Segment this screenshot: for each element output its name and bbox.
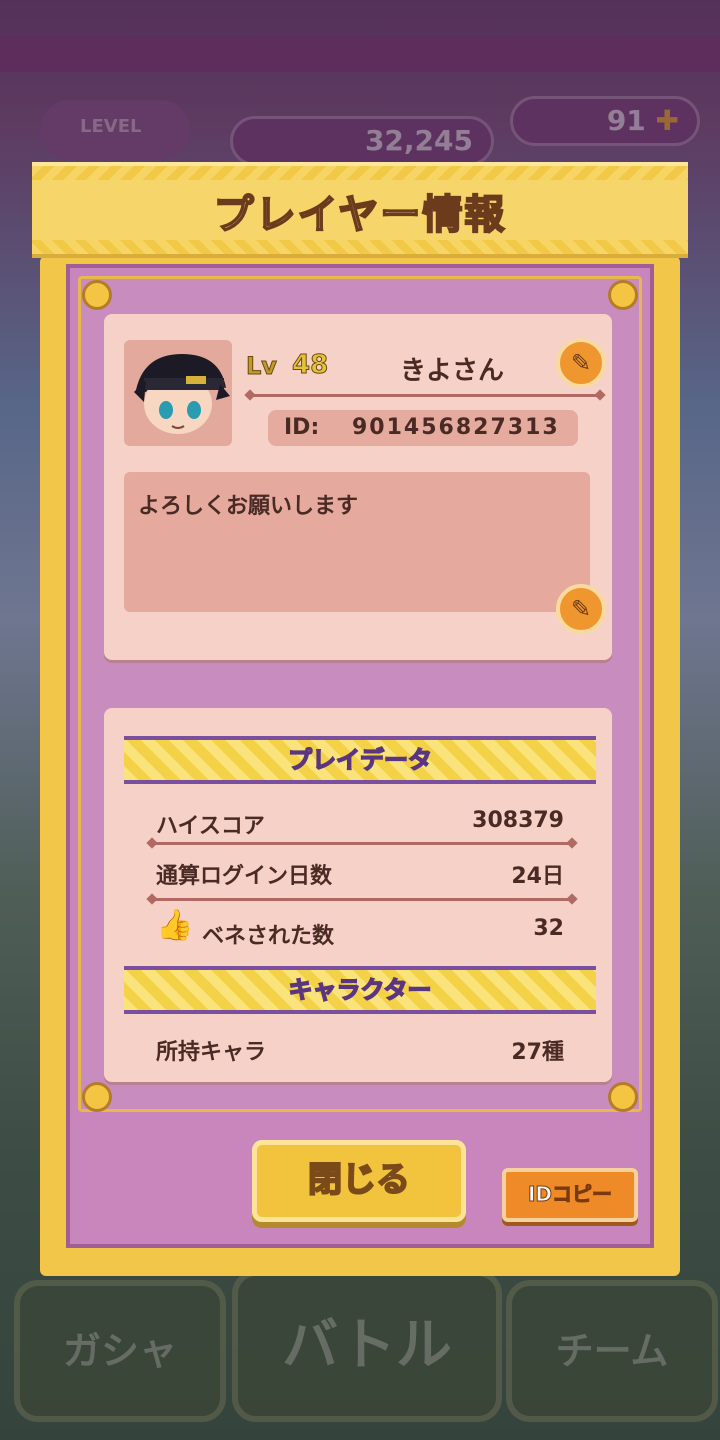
divider <box>250 394 600 397</box>
stat-value-login-days: 24日 <box>511 864 564 889</box>
player-name: きよさん <box>400 356 505 386</box>
corner-ornament-icon <box>608 1082 638 1112</box>
close-button[interactable]: 閉じる <box>252 1140 466 1222</box>
id-value: 901456827313 <box>352 415 560 440</box>
player-level: 48 <box>291 350 329 381</box>
stat-value-highscore: 308379 <box>472 808 564 833</box>
header-decoration <box>32 166 688 180</box>
copy-id-button-label: IDコピー <box>527 1182 613 1207</box>
id-label: ID: <box>284 415 320 440</box>
corner-ornament-icon <box>82 280 112 310</box>
stat-label-characters: 所持キャラ <box>156 1040 267 1065</box>
divider <box>152 842 572 845</box>
header-decoration <box>32 240 688 254</box>
copy-id-button[interactable]: IDコピー <box>502 1168 638 1222</box>
avatar <box>124 340 232 446</box>
player-id-field: ID: 901456827313 <box>268 410 578 446</box>
corner-ornament-icon <box>608 280 638 310</box>
pencil-icon: ✎ <box>570 595 592 623</box>
character-heading-label: キャラクター <box>288 975 433 1005</box>
play-data-heading-label: プレイデータ <box>287 745 433 775</box>
stat-value-bene: 32 <box>533 916 564 941</box>
play-data-heading: プレイデータ <box>124 736 596 784</box>
edit-name-button[interactable]: ✎ <box>556 338 606 388</box>
profile-message-box: よろしくお願いします <box>124 472 590 612</box>
stat-value-characters: 27種 <box>511 1040 564 1065</box>
edit-message-button[interactable]: ✎ <box>556 584 606 634</box>
stat-label-bene: ベネされた数 <box>202 924 335 949</box>
stat-label-login-days: 通算ログイン日数 <box>156 864 333 889</box>
modal-title: プレイヤー情報 <box>213 191 507 239</box>
profile-message: よろしくお願いします <box>138 494 359 519</box>
thumbs-up-icon: 👍 <box>156 908 194 943</box>
character-heading: キャラクター <box>124 966 596 1014</box>
divider <box>152 898 572 901</box>
pencil-icon: ✎ <box>570 349 592 377</box>
stat-label-highscore: ハイスコア <box>156 814 265 839</box>
close-button-label: 閉じる <box>307 1159 411 1201</box>
level-label: Lv <box>246 352 278 381</box>
player-avatar-icon <box>134 354 230 434</box>
corner-ornament-icon <box>82 1082 112 1112</box>
